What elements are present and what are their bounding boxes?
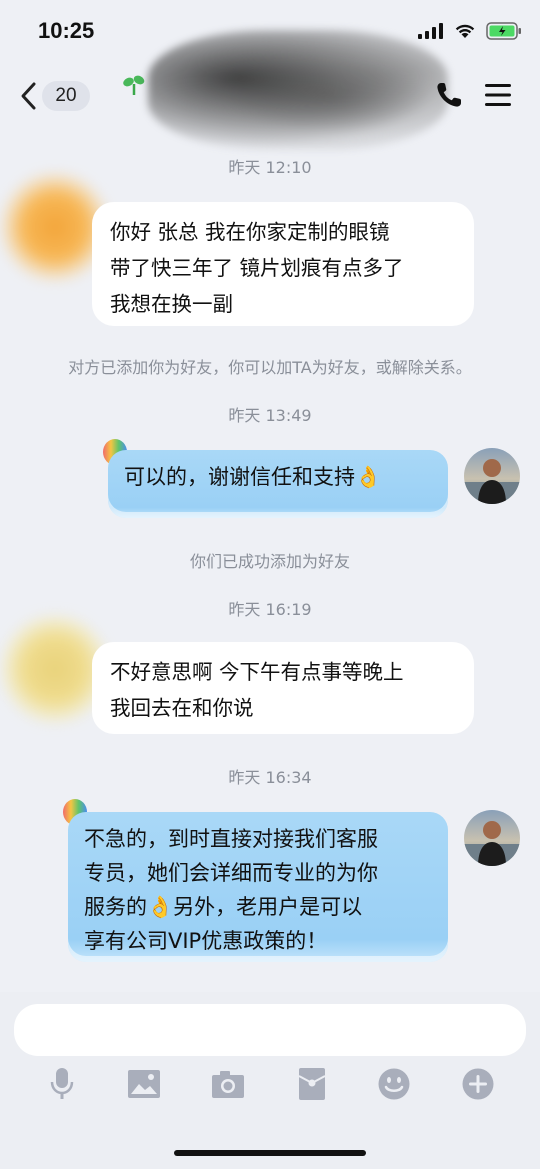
outgoing-message[interactable]: 可以的，谢谢信任和支持👌 [108, 450, 448, 518]
camera-button[interactable] [208, 1064, 248, 1104]
system-notice: 你们已成功添加为好友 [189, 552, 350, 571]
message-line: 不急的，到时直接对接我们客服 [84, 827, 378, 851]
message-timestamp: 昨天 13:49 [228, 406, 312, 425]
chat-header: 20 [0, 30, 540, 150]
message-line: 我回去在和你说 [110, 696, 254, 720]
voice-button[interactable] [42, 1064, 82, 1104]
message-list[interactable]: 昨天 12:10 你好 张总 我在你家定制的眼镜 带了快三年了 镜片划痕有点多了… [0, 130, 540, 990]
signal-icon [418, 23, 443, 39]
more-button[interactable] [458, 1064, 498, 1104]
wifi-icon [455, 24, 475, 38]
home-indicator[interactable] [174, 1150, 366, 1156]
message-line: 不好意思啊 今下午有点事等晚上 [110, 660, 404, 684]
message-line: 你好 张总 我在你家定制的眼镜 [110, 220, 390, 244]
emoji-icon [378, 1068, 410, 1100]
plus-icon [462, 1068, 494, 1100]
message-line: 可以的，谢谢信任和支持👌 [124, 465, 382, 489]
message-timestamp: 昨天 16:34 [228, 768, 312, 787]
message-line: 服务的👌另外，老用户是可以 [84, 895, 363, 919]
message-input[interactable] [14, 1004, 526, 1056]
status-icons [418, 22, 522, 40]
phone-icon[interactable] [434, 80, 464, 110]
incoming-message[interactable]: 不好意思啊 今下午有点事等晚上 我回去在和你说 [92, 642, 474, 734]
input-toolbar [0, 1064, 540, 1110]
image-button[interactable] [124, 1064, 164, 1104]
back-button[interactable]: 20 [20, 78, 90, 114]
status-time: 10:25 [38, 18, 95, 43]
person-photo-icon [464, 821, 520, 866]
unread-count-badge: 20 [42, 81, 90, 111]
emoji-button[interactable] [374, 1064, 414, 1104]
back-chevron-icon [21, 82, 36, 110]
camera-icon [212, 1071, 244, 1098]
red-packet-icon [298, 1068, 326, 1100]
sprout-icon [123, 75, 145, 95]
incoming-message[interactable]: 你好 张总 我在你家定制的眼镜 带了快三年了 镜片划痕有点多了 我想在换一副 [92, 202, 474, 326]
message-line: 带了快三年了 镜片划痕有点多了 [110, 256, 404, 280]
red-packet-button[interactable] [292, 1064, 332, 1104]
message-line: 享有公司VIP优惠政策的！ [84, 929, 328, 953]
microphone-icon [50, 1068, 74, 1099]
menu-icon[interactable] [484, 82, 512, 108]
message-timestamp: 昨天 12:10 [228, 158, 312, 177]
my-avatar[interactable] [464, 810, 520, 866]
message-line: 我想在换一副 [110, 292, 233, 316]
battery-icon [486, 22, 521, 40]
system-notice: 对方已添加你为好友，你可以加TA为好友，或解除关系。 [68, 358, 472, 377]
input-panel [0, 992, 540, 1169]
person-photo-icon [464, 459, 520, 504]
outgoing-message[interactable]: 不急的，到时直接对接我们客服 专员，她们会详细而专业的为你 服务的👌另外，老用户… [68, 812, 448, 962]
my-avatar[interactable] [464, 448, 520, 504]
message-timestamp: 昨天 16:19 [228, 600, 312, 619]
image-icon [128, 1070, 160, 1098]
message-line: 专员，她们会详细而专业的为你 [84, 861, 378, 885]
